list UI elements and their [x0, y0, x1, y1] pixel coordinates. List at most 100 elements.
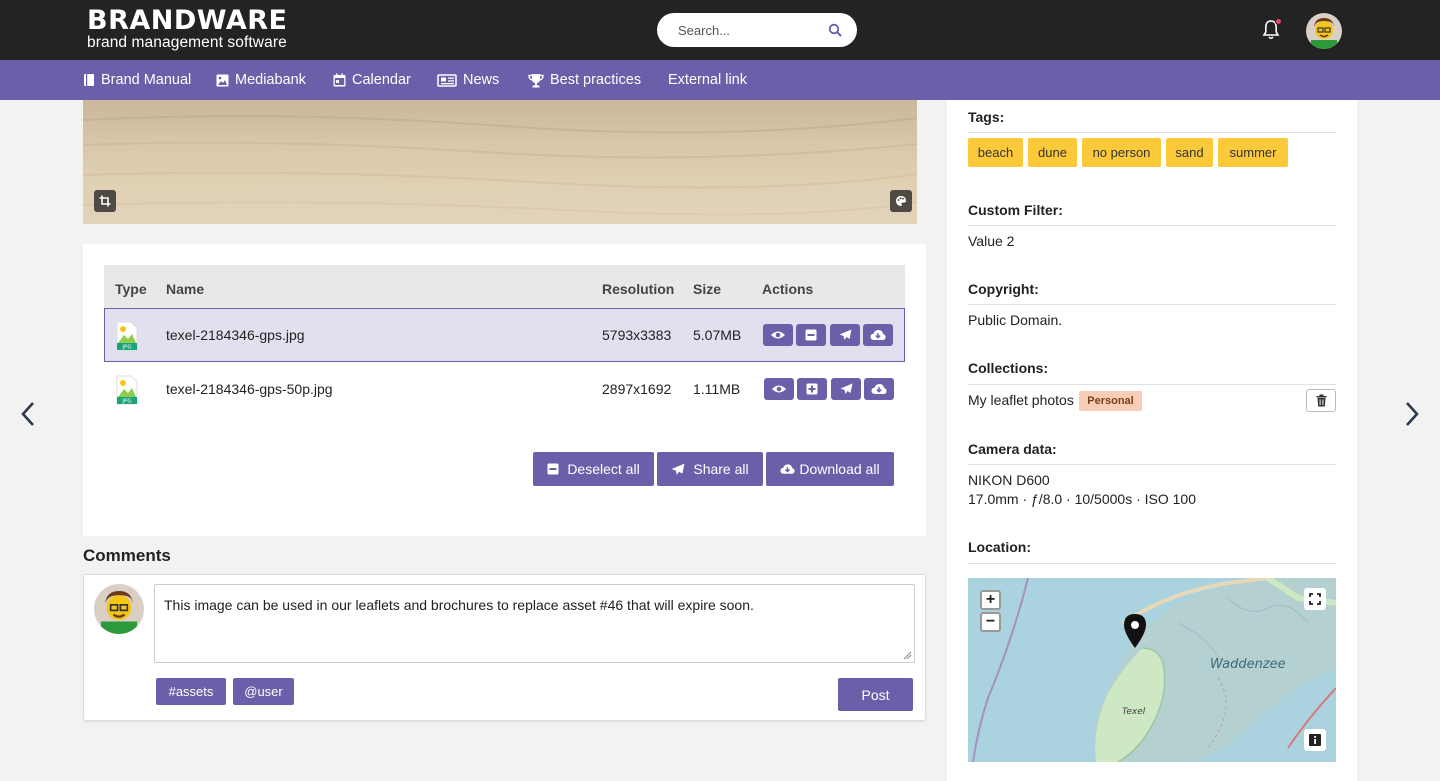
map-info-button[interactable]	[1304, 729, 1326, 751]
download-all-label: Download all	[799, 461, 880, 477]
cloud-download-icon	[871, 384, 887, 394]
share-all-label: Share all	[693, 461, 749, 477]
nav-mediabank[interactable]: Mediabank	[216, 60, 306, 100]
tags-label: Tags:	[968, 109, 1005, 125]
tag-chip[interactable]: sand	[1166, 138, 1213, 167]
zoom-out-button[interactable]: −	[980, 612, 1001, 632]
comment-textarea[interactable]	[154, 584, 915, 663]
info-icon	[1309, 734, 1321, 746]
view-button[interactable]	[763, 324, 793, 346]
nav-news[interactable]: News	[437, 60, 499, 100]
crop-button[interactable]	[94, 190, 116, 212]
file-resolution: 2897x1692	[602, 381, 672, 397]
divider	[968, 225, 1336, 226]
custom-filter-value: Value 2	[968, 233, 1015, 249]
paper-plane-icon	[839, 329, 851, 340]
divider	[968, 304, 1336, 305]
brand-name: BRANDWARE	[87, 5, 288, 36]
crop-icon	[99, 195, 111, 207]
newspaper-icon	[437, 73, 457, 87]
previous-arrow-icon[interactable]	[18, 400, 38, 428]
share-all-button[interactable]: Share all	[657, 452, 763, 486]
view-button[interactable]	[764, 378, 794, 400]
eye-icon	[771, 331, 785, 339]
image-icon	[216, 74, 229, 86]
divider	[968, 563, 1336, 564]
fullscreen-button[interactable]	[1304, 588, 1326, 610]
deselect-all-button[interactable]: Deselect all	[533, 452, 654, 486]
col-size: Size	[693, 281, 722, 297]
plus-square-icon	[806, 383, 818, 395]
col-resolution: Resolution	[602, 281, 675, 297]
share-button[interactable]	[830, 324, 860, 346]
col-actions: Actions	[762, 281, 814, 297]
location-label: Location:	[968, 539, 1031, 555]
jpg-label: JPG	[121, 399, 131, 405]
divider	[968, 464, 1336, 465]
copyright-label: Copyright:	[968, 281, 1039, 297]
fullscreen-icon	[1309, 593, 1321, 605]
resize-handle-icon[interactable]	[902, 650, 912, 660]
share-button[interactable]	[831, 378, 861, 400]
main-nav: Brand Manual Mediabank Calendar News Bes…	[0, 60, 1440, 100]
location-map[interactable]: Waddenzee Texel + −	[968, 578, 1336, 762]
search-placeholder: Search...	[678, 23, 731, 38]
cloud-download-icon	[870, 330, 886, 340]
insert-mention-button[interactable]: @user	[233, 678, 294, 705]
divider	[968, 132, 1336, 133]
zoom-in-button[interactable]: +	[980, 590, 1001, 610]
eye-icon	[772, 385, 786, 393]
palette-button[interactable]	[890, 190, 912, 212]
tag-chip[interactable]: beach	[968, 138, 1023, 167]
col-type: Type	[115, 281, 147, 297]
asset-preview-image[interactable]	[83, 100, 917, 224]
download-all-button[interactable]: Download all	[766, 452, 894, 486]
custom-filter-label: Custom Filter:	[968, 202, 1063, 218]
nav-label: Brand Manual	[101, 72, 192, 88]
nav-label: Mediabank	[235, 72, 306, 88]
file-size: 5.07MB	[693, 327, 742, 343]
copyright-value: Public Domain.	[968, 312, 1063, 328]
deselect-all-label: Deselect all	[567, 461, 640, 477]
camera-data-label: Camera data:	[968, 441, 1057, 457]
cloud-download-icon	[780, 464, 795, 474]
map-label-texel: Texel	[1122, 707, 1146, 717]
nav-brand-manual[interactable]: Brand Manual	[83, 60, 191, 100]
download-button[interactable]	[863, 324, 893, 346]
search-input[interactable]: Search...	[657, 13, 857, 47]
collection-name[interactable]: My leaflet photos	[968, 392, 1074, 408]
file-name: texel-2184346-gps-50p.jpg	[166, 381, 333, 397]
trophy-icon	[528, 73, 544, 87]
tag-chip[interactable]: dune	[1028, 138, 1077, 167]
download-button[interactable]	[864, 378, 894, 400]
nav-label: External link	[668, 72, 747, 88]
collections-label: Collections:	[968, 360, 1049, 376]
next-arrow-icon[interactable]	[1402, 400, 1422, 428]
post-button[interactable]: Post	[838, 678, 913, 711]
camera-settings: 17.0mm · ƒ/8.0 · 10/5000s · ISO 100	[968, 491, 1197, 507]
file-name: texel-2184346-gps.jpg	[166, 327, 305, 343]
remove-from-collection-button[interactable]	[1306, 389, 1336, 412]
select-button[interactable]	[797, 378, 827, 400]
search-icon[interactable]	[828, 23, 842, 37]
paper-plane-icon	[840, 383, 852, 394]
nav-calendar[interactable]: Calendar	[333, 60, 411, 100]
deselect-button[interactable]	[796, 324, 826, 346]
book-icon	[84, 74, 94, 86]
tag-chip[interactable]: no person	[1082, 138, 1161, 167]
comments-title: Comments	[83, 546, 171, 565]
paper-plane-icon	[671, 463, 685, 475]
brand-logo[interactable]: BRANDWARE brand management software	[87, 5, 288, 51]
insert-hashtag-button[interactable]: #assets	[156, 678, 226, 705]
tag-chip[interactable]: summer	[1218, 138, 1288, 167]
user-avatar[interactable]	[1306, 13, 1342, 49]
file-size: 1.11MB	[693, 381, 741, 397]
map-tiles: Waddenzee Texel	[968, 578, 1336, 762]
palette-icon	[896, 196, 906, 206]
jpg-label: JPG	[121, 345, 131, 351]
nav-best-practices[interactable]: Best practices	[528, 60, 641, 100]
commenter-avatar	[94, 584, 144, 634]
nav-external-link[interactable]: External link	[668, 60, 747, 100]
calendar-icon	[333, 73, 346, 87]
jpg-file-icon: JPG	[116, 321, 138, 351]
